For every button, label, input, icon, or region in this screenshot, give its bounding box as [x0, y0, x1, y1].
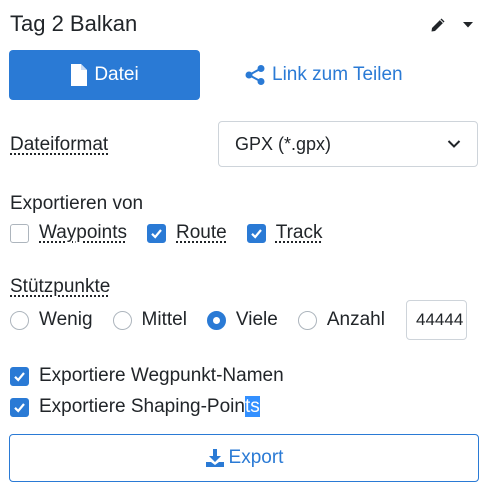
shaping-points-checkbox[interactable] [10, 397, 29, 417]
check-icon [250, 228, 262, 239]
file-format-select[interactable]: GPX (*.gpx) [218, 121, 478, 167]
tab-file-label: Datei [94, 64, 139, 85]
waypoints-checkbox[interactable] [10, 223, 29, 243]
check-icon [14, 371, 25, 382]
track-label: Track [275, 222, 323, 243]
track-checkbox[interactable] [246, 223, 266, 243]
title-row: Tag 2 Balkan [10, 10, 482, 40]
option-waypoint-names[interactable]: Exportiere Wegpunkt-Namen [10, 365, 284, 387]
wenig-radio[interactable] [10, 310, 29, 330]
route-checkbox[interactable] [147, 223, 166, 243]
export-button[interactable]: Export [9, 434, 479, 482]
extra-waypoint-names: Exportiere Wegpunkt-Namen [10, 364, 284, 388]
option-wenig[interactable]: Wenig [10, 309, 93, 331]
waypoint-names-checkbox[interactable] [10, 366, 29, 386]
wenig-label: Wenig [39, 309, 93, 330]
viele-radio[interactable] [206, 310, 226, 330]
extra-shaping-points: Exportiere Shaping-Points [10, 395, 260, 419]
waypoint-names-label: Exportiere Wegpunkt-Namen [39, 365, 284, 386]
tab-share-label: Link zum Teilen [272, 64, 403, 85]
mittel-radio[interactable] [112, 310, 132, 330]
file-format-label: Dateiformat [10, 134, 109, 155]
check-icon [14, 402, 25, 413]
support-points-options: Wenig Mittel Viele Anzahl [10, 308, 385, 332]
export-from-label: Exportieren von [10, 193, 144, 214]
export-label: Export [228, 447, 284, 468]
shaping-points-label: Exportiere Shaping-Points [39, 396, 260, 418]
option-shaping-points[interactable]: Exportiere Shaping-Points [10, 396, 260, 418]
option-mittel[interactable]: Mittel [112, 309, 187, 331]
mittel-label: Mittel [141, 309, 187, 330]
option-waypoints[interactable]: Waypoints [10, 222, 127, 244]
option-viele[interactable]: Viele [206, 309, 278, 331]
edit-button[interactable] [420, 12, 456, 38]
title-menu-button[interactable] [456, 12, 480, 38]
text-selection-highlight: ts [244, 396, 260, 417]
anzahl-radio[interactable] [297, 310, 317, 330]
waypoints-label: Waypoints [39, 222, 127, 243]
file-format-value: GPX (*.gpx) [235, 133, 332, 154]
option-route[interactable]: Route [147, 222, 227, 244]
route-label: Route [176, 222, 227, 243]
count-input[interactable] [406, 300, 467, 340]
option-track[interactable]: Track [246, 222, 323, 244]
share-icon [245, 65, 265, 85]
pencil-icon [431, 18, 445, 32]
viele-label: Viele [235, 309, 278, 330]
export-from-options: Waypoints Route Track [10, 221, 323, 245]
route-title: Tag 2 Balkan [10, 11, 138, 36]
tab-file[interactable]: Datei [9, 50, 200, 100]
support-points-label: Stützpunkte [10, 276, 111, 297]
chevron-down-icon [447, 140, 461, 148]
tab-share-link[interactable]: Link zum Teilen [244, 50, 444, 100]
option-anzahl[interactable]: Anzahl [297, 309, 385, 331]
check-icon [151, 228, 162, 239]
download-icon [205, 449, 224, 467]
caret-down-icon [463, 22, 473, 28]
anzahl-label: Anzahl [326, 309, 385, 330]
shaping-points-label-main: Exportiere Shaping-Poin [39, 396, 245, 417]
file-icon [71, 64, 88, 86]
